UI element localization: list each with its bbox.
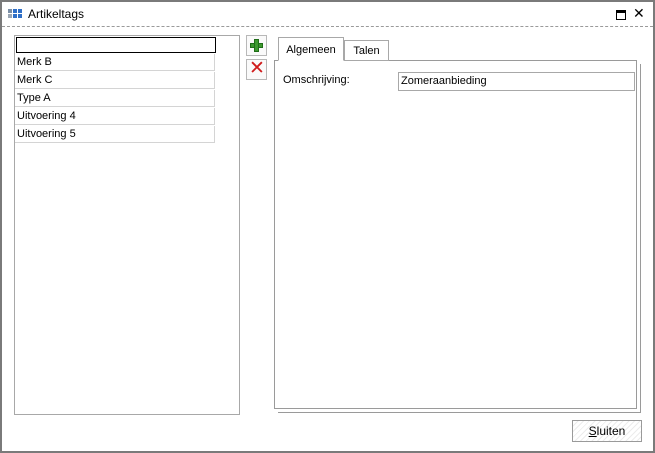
tab-control: Omschrijving: Zomeraanbieding Algemeen T… — [274, 37, 642, 414]
delete-button[interactable]: ✕ — [246, 59, 267, 80]
tab-page-algemeen: Omschrijving: Zomeraanbieding — [274, 60, 637, 409]
sluiten-accelerator: S — [588, 424, 597, 438]
app-grid-icon — [8, 9, 22, 20]
restore-icon[interactable] — [616, 10, 626, 20]
list-item[interactable]: Uitvoering 5 — [15, 126, 215, 143]
sluiten-button[interactable]: Sluiten — [572, 420, 642, 442]
list-item[interactable]: Merk C — [15, 72, 215, 89]
list-item[interactable]: Uitvoering 4 — [15, 108, 215, 125]
tab-talen[interactable]: Talen — [344, 40, 389, 61]
new-tag-input[interactable] — [16, 37, 216, 53]
title-bar: Artikeltags ✕ — [2, 2, 653, 27]
sluiten-label: luiten — [596, 424, 626, 438]
artikeltags-window: Artikeltags ✕ Merk B Merk C Type A Uitvo… — [0, 0, 655, 453]
tag-list[interactable]: Merk B Merk C Type A Uitvoering 4 Uitvoe… — [14, 35, 240, 415]
add-button[interactable] — [246, 35, 267, 56]
list-item[interactable]: Merk B — [15, 54, 215, 71]
close-icon[interactable]: ✕ — [633, 5, 645, 22]
list-item[interactable]: Type A — [15, 90, 215, 107]
delete-x-icon: ✕ — [249, 58, 265, 79]
omschrijving-field[interactable]: Zomeraanbieding — [398, 72, 635, 91]
tab-algemeen[interactable]: Algemeen — [278, 37, 344, 61]
window-title: Artikeltags — [28, 7, 85, 21]
omschrijving-label: Omschrijving: — [283, 74, 350, 86]
